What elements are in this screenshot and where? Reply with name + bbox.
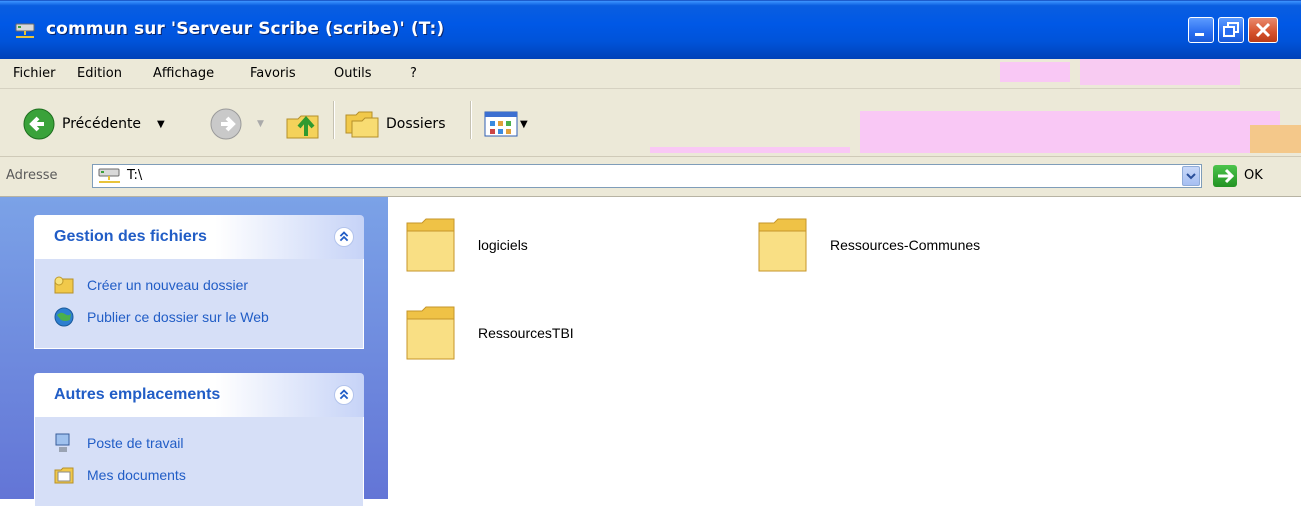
title-bar[interactable]: commun sur 'Serveur Scribe (scribe)' (T:… — [0, 0, 1301, 59]
computer-icon — [55, 433, 70, 452]
place-my-computer[interactable]: Poste de travail — [53, 427, 363, 459]
views-dropdown-icon[interactable]: ▼ — [520, 119, 528, 130]
menu-outils[interactable]: Outils — [334, 66, 372, 81]
folder-icon — [406, 218, 455, 272]
toolbar: Précédente ▼ ▼ Dossiers ▼ — [0, 89, 1301, 157]
window-title: commun sur 'Serveur Scribe (scribe)' (T:… — [46, 19, 445, 39]
menu-bar: Fichier Edition Affichage Favoris Outils… — [0, 59, 1301, 143]
other-places-panel: Autres emplacements Poste de travail Mes… — [34, 373, 364, 507]
address-bar: Adresse T:\ OK — [0, 157, 1301, 197]
toolbar-separator — [470, 101, 472, 139]
folder-icon — [758, 218, 807, 272]
toolbar-separator — [333, 101, 335, 139]
documents-icon — [54, 467, 74, 484]
forward-dropdown-icon[interactable]: ▼ — [257, 119, 264, 129]
menu-fichier[interactable]: Fichier — [13, 66, 56, 81]
minimize-button[interactable] — [1188, 17, 1214, 43]
chevron-down-icon — [1186, 173, 1196, 180]
menu-edition[interactable]: Edition — [77, 66, 122, 81]
render-artifact — [650, 147, 850, 153]
network-drive-icon — [98, 168, 120, 183]
other-places-title: Autres emplacements — [54, 386, 221, 403]
network-drive-icon — [15, 23, 35, 38]
file-tasks-title: Gestion des fichiers — [54, 228, 207, 245]
restore-icon — [1223, 22, 1239, 37]
task-label: Créer un nouveau dossier — [87, 277, 249, 293]
file-tasks-body: Créer un nouveau dossier Publier ce doss… — [34, 259, 364, 349]
file-view: logiciels Ressources-Communes Ressources… — [388, 197, 1301, 499]
task-new-folder[interactable]: Créer un nouveau dossier — [53, 269, 363, 301]
render-artifact — [1250, 125, 1301, 153]
back-dropdown-icon[interactable]: ▼ — [157, 119, 165, 130]
render-artifact — [1000, 62, 1070, 82]
menu-favoris[interactable]: Favoris — [250, 66, 296, 81]
go-button[interactable] — [1213, 165, 1237, 187]
other-places-header[interactable]: Autres emplacements — [34, 373, 364, 417]
folder-name: RessourcesTBI — [478, 325, 574, 341]
folders-button[interactable]: Dossiers — [344, 109, 446, 139]
go-label[interactable]: OK — [1244, 168, 1263, 183]
file-tasks-panel: Gestion des fichiers Créer un nouveau do… — [34, 215, 364, 349]
folder-name: logiciels — [478, 237, 528, 253]
forward-arrow-icon — [210, 108, 242, 140]
views-button[interactable]: ▼ — [484, 111, 528, 137]
back-button[interactable]: Précédente ▼ — [22, 107, 165, 141]
folder-name: Ressources-Communes — [830, 237, 981, 253]
close-icon — [1255, 22, 1271, 38]
back-arrow-icon — [23, 108, 55, 140]
task-publish-web[interactable]: Publier ce dossier sur le Web — [53, 301, 363, 333]
task-label: Publier ce dossier sur le Web — [87, 309, 269, 325]
address-label: Adresse — [6, 168, 58, 183]
menu-help[interactable]: ? — [410, 66, 417, 81]
folders-label: Dossiers — [386, 116, 446, 132]
collapse-icon[interactable] — [334, 385, 354, 405]
other-places-body: Poste de travail Mes documents — [34, 417, 364, 507]
address-input[interactable]: T:\ — [92, 164, 1202, 188]
back-label: Précédente — [62, 116, 142, 132]
forward-button[interactable]: ▼ — [209, 107, 264, 141]
render-artifact — [1080, 59, 1240, 85]
folder-item[interactable]: RessourcesTBI — [404, 303, 574, 363]
place-my-documents[interactable]: Mes documents — [53, 459, 363, 491]
file-tasks-header[interactable]: Gestion des fichiers — [34, 215, 364, 259]
place-label: Poste de travail — [87, 435, 184, 451]
folder-item[interactable]: Ressources-Communes — [756, 215, 980, 275]
views-icon — [484, 111, 518, 137]
folders-icon — [345, 111, 379, 138]
folder-up-icon[interactable] — [284, 107, 322, 141]
minimize-icon — [1195, 33, 1204, 36]
go-arrow-icon — [1218, 168, 1235, 184]
menu-affichage[interactable]: Affichage — [153, 66, 214, 81]
folder-icon — [406, 306, 455, 360]
address-dropdown-button[interactable] — [1182, 166, 1200, 186]
task-pane: Gestion des fichiers Créer un nouveau do… — [0, 197, 388, 507]
place-label: Mes documents — [87, 467, 186, 483]
folder-item[interactable]: logiciels — [404, 215, 528, 275]
close-button[interactable] — [1248, 17, 1278, 43]
render-artifact — [860, 111, 1280, 153]
collapse-icon[interactable] — [334, 227, 354, 247]
address-value: T:\ — [127, 168, 143, 183]
maximize-button[interactable] — [1218, 17, 1244, 43]
new-folder-icon — [54, 276, 74, 294]
publish-web-icon — [54, 307, 74, 327]
